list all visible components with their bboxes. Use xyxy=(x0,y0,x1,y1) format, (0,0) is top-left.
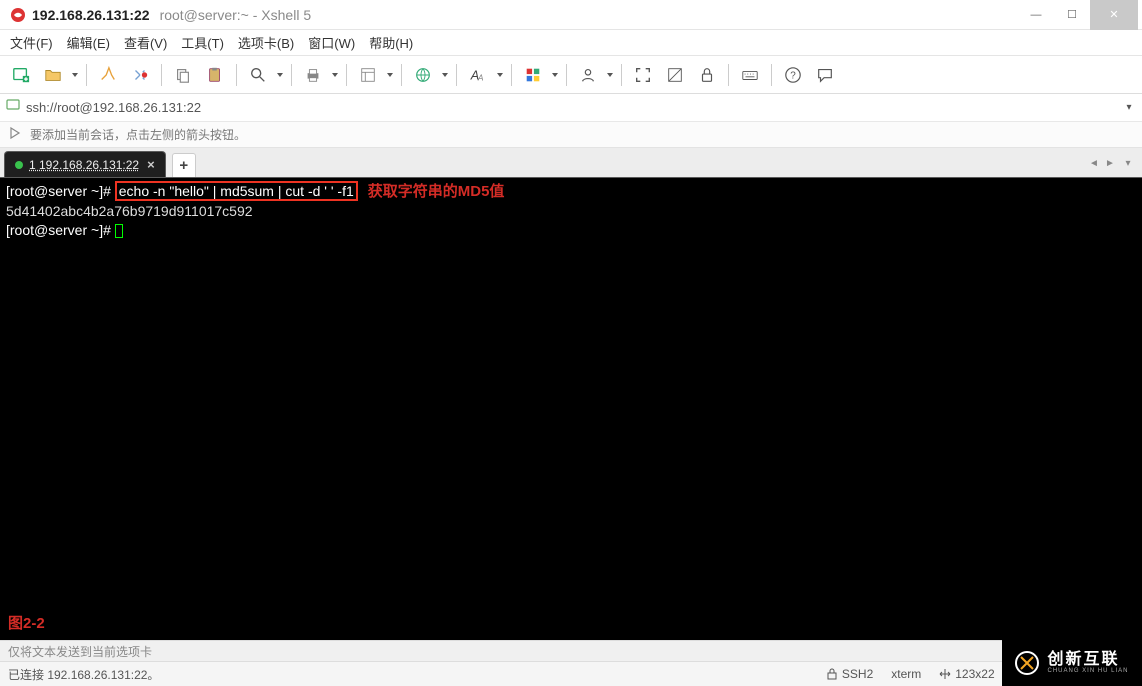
address-url[interactable]: ssh://root@192.168.26.131:22 xyxy=(26,100,1116,115)
maximize-button[interactable]: ☐ xyxy=(1054,0,1090,30)
font-button[interactable]: AA xyxy=(463,60,493,90)
chat-button[interactable] xyxy=(810,60,840,90)
session-tab[interactable]: 1 192.168.26.131:22 × xyxy=(4,151,166,177)
terminal-line-1: [root@server ~]# echo -n "hello" | md5su… xyxy=(6,182,1136,202)
new-tab-button[interactable]: + xyxy=(172,153,196,177)
terminal[interactable]: [root@server ~]# echo -n "hello" | md5su… xyxy=(0,178,1142,640)
tab-scroll-right-icon[interactable]: ► xyxy=(1102,154,1118,172)
open-button[interactable] xyxy=(38,60,68,90)
minimize-button[interactable]: — xyxy=(1018,0,1054,30)
send-text-bar[interactable]: 仅将文本发送到当前选项卡 xyxy=(0,640,1142,662)
copy-button[interactable] xyxy=(168,60,198,90)
print-button[interactable] xyxy=(298,60,328,90)
status-bar: 已连接 192.168.26.131:22。 SSH2 xterm 123x22… xyxy=(0,662,1142,686)
tab-label: 1 192.168.26.131:22 xyxy=(29,158,139,172)
hint-icon[interactable] xyxy=(8,126,22,143)
menu-help[interactable]: 帮助(H) xyxy=(369,33,413,52)
svg-text:?: ? xyxy=(790,70,796,81)
figure-label: 图2-2 xyxy=(8,614,45,634)
help-button[interactable]: ? xyxy=(778,60,808,90)
close-button[interactable]: ✕ xyxy=(1090,0,1138,30)
send-text-placeholder: 仅将文本发送到当前选项卡 xyxy=(8,643,152,660)
profile-button[interactable] xyxy=(573,60,603,90)
terminal-output: 5d41402abc4b2a76b9719d911017c592 xyxy=(6,202,1136,221)
disconnect-button[interactable] xyxy=(125,60,155,90)
protocol-icon xyxy=(6,98,20,117)
highlighted-command: echo -n "hello" | md5sum | cut -d ' ' -f… xyxy=(115,181,358,201)
properties-button[interactable] xyxy=(353,60,383,90)
font-dropdown[interactable] xyxy=(495,60,505,90)
globe-dropdown[interactable] xyxy=(440,60,450,90)
title-subtitle: root@server:~ - Xshell 5 xyxy=(160,7,312,23)
properties-dropdown[interactable] xyxy=(385,60,395,90)
transparency-button[interactable] xyxy=(660,60,690,90)
color-theme-button[interactable] xyxy=(518,60,548,90)
keyboard-button[interactable] xyxy=(735,60,765,90)
svg-text:A: A xyxy=(477,73,483,82)
watermark-icon xyxy=(1015,651,1039,675)
terminal-prompt-2: [root@server ~]# xyxy=(6,222,115,238)
menu-view[interactable]: 查看(V) xyxy=(124,33,167,52)
title-bar: 192.168.26.131:22 root@server:~ - Xshell… xyxy=(0,0,1142,30)
tab-strip: 1 192.168.26.131:22 × + ◄ ► ▾ xyxy=(0,148,1142,178)
menu-file[interactable]: 文件(F) xyxy=(10,33,53,52)
terminal-prompt: [root@server ~]# xyxy=(6,183,115,199)
menu-edit[interactable]: 编辑(E) xyxy=(67,33,110,52)
new-session-button[interactable] xyxy=(6,60,36,90)
open-dropdown[interactable] xyxy=(70,60,80,90)
menu-window[interactable]: 窗口(W) xyxy=(308,33,355,52)
menu-tabs[interactable]: 选项卡(B) xyxy=(238,33,294,52)
hint-text: 要添加当前会话，点击左侧的箭头按钮。 xyxy=(30,126,246,143)
menu-bar: 文件(F) 编辑(E) 查看(V) 工具(T) 选项卡(B) 窗口(W) 帮助(… xyxy=(0,30,1142,56)
lock-button[interactable] xyxy=(692,60,722,90)
find-button[interactable] xyxy=(243,60,273,90)
print-dropdown[interactable] xyxy=(330,60,340,90)
lock-icon xyxy=(826,668,838,680)
status-size: 123x22 xyxy=(939,667,994,681)
status-terminal-type: xterm xyxy=(891,667,921,681)
address-dropdown[interactable]: ▾ xyxy=(1122,102,1136,113)
watermark-title: 创新互联 xyxy=(1047,652,1128,668)
status-protocol: SSH2 xyxy=(826,667,873,681)
terminal-line-3: [root@server ~]# xyxy=(6,221,1136,240)
menu-tools[interactable]: 工具(T) xyxy=(181,33,224,52)
hint-bar: 要添加当前会话，点击左侧的箭头按钮。 xyxy=(0,122,1142,148)
color-theme-dropdown[interactable] xyxy=(550,60,560,90)
tab-menu-icon[interactable]: ▾ xyxy=(1120,154,1136,172)
status-connection: 已连接 192.168.26.131:22。 xyxy=(8,666,159,683)
terminal-cursor-icon xyxy=(115,224,123,238)
tab-status-dot-icon xyxy=(15,161,23,169)
reconnect-button[interactable] xyxy=(93,60,123,90)
address-bar: ssh://root@192.168.26.131:22 ▾ xyxy=(0,94,1142,122)
watermark-logo: 创新互联 CHUANG XIN HU LIAN xyxy=(1002,640,1142,686)
app-icon xyxy=(10,7,26,23)
profile-dropdown[interactable] xyxy=(605,60,615,90)
command-annotation: 获取字符串的MD5值 xyxy=(368,183,505,200)
toolbar: AA ? xyxy=(0,56,1142,94)
tab-scroll-left-icon[interactable]: ◄ xyxy=(1086,154,1102,172)
fullscreen-button[interactable] xyxy=(628,60,658,90)
watermark-subtitle: CHUANG XIN HU LIAN xyxy=(1047,668,1128,674)
resize-icon xyxy=(939,668,951,680)
tab-close-icon[interactable]: × xyxy=(147,157,155,172)
globe-button[interactable] xyxy=(408,60,438,90)
paste-button[interactable] xyxy=(200,60,230,90)
title-host: 192.168.26.131:22 xyxy=(32,7,150,23)
find-dropdown[interactable] xyxy=(275,60,285,90)
